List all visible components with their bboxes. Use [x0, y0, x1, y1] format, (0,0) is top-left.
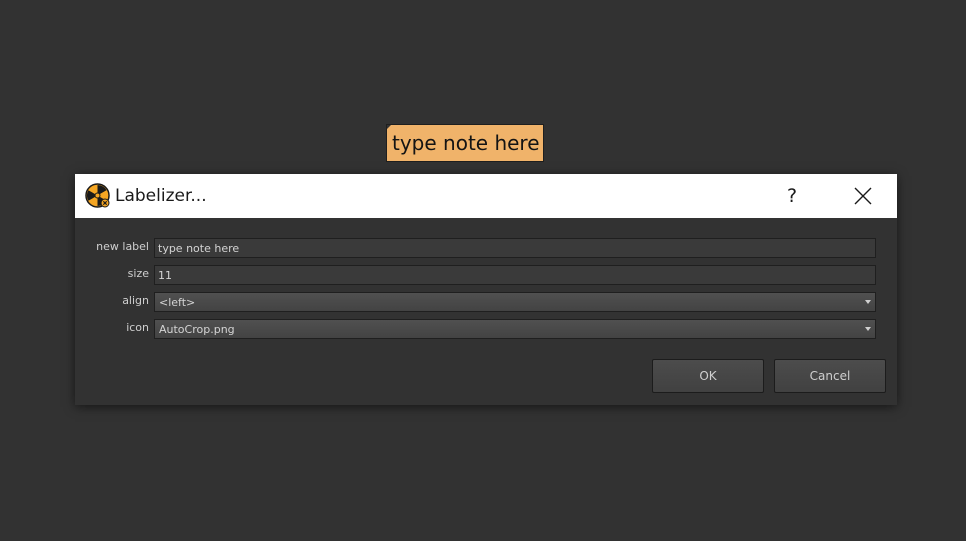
- icon-dropdown[interactable]: AutoCrop.png: [154, 319, 876, 339]
- nuke-app-icon: [85, 183, 110, 208]
- icon-label: icon: [126, 321, 149, 334]
- labelizer-dialog: Labelizer... ? new label size align <lef…: [75, 174, 897, 405]
- close-icon: [854, 187, 872, 205]
- dropdown-arrow-icon: [865, 327, 871, 331]
- align-label: align: [122, 294, 149, 307]
- new-label-input[interactable]: [154, 238, 876, 258]
- cancel-button[interactable]: Cancel: [774, 359, 886, 393]
- new-label-label: new label: [96, 240, 149, 253]
- dropdown-arrow-icon: [865, 300, 871, 304]
- node-graph-canvas[interactable]: type note here Labelizer... ? new label …: [0, 0, 966, 541]
- sticky-note-text: type note here: [392, 131, 540, 155]
- ok-button[interactable]: OK: [652, 359, 764, 393]
- new-label-row: new label: [75, 238, 897, 258]
- align-row: align <left>: [75, 292, 897, 312]
- help-button[interactable]: ?: [777, 180, 807, 212]
- size-input[interactable]: [154, 265, 876, 285]
- dialog-titlebar[interactable]: Labelizer... ?: [75, 174, 897, 218]
- dialog-title: Labelizer...: [115, 186, 207, 206]
- align-dropdown[interactable]: <left>: [154, 292, 876, 312]
- help-label: ?: [786, 185, 798, 207]
- sticky-note-node[interactable]: type note here: [386, 124, 544, 162]
- close-button[interactable]: [845, 180, 881, 212]
- size-row: size: [75, 265, 897, 285]
- icon-value: AutoCrop.png: [159, 323, 235, 336]
- cancel-button-label: Cancel: [809, 369, 851, 383]
- align-value: <left>: [159, 296, 196, 309]
- ok-button-label: OK: [699, 369, 717, 383]
- size-label: size: [127, 267, 149, 280]
- icon-row: icon AutoCrop.png: [75, 319, 897, 339]
